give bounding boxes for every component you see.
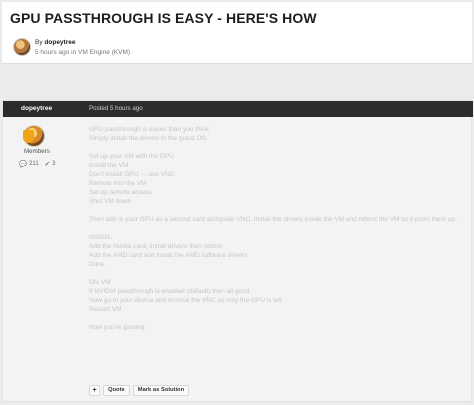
mark-solution-button[interactable]: Mark as Solution: [132, 385, 190, 396]
post-line: NVIDIA:: [89, 234, 113, 241]
post-line: Done: [89, 261, 105, 268]
by-label: By: [35, 39, 43, 46]
post-paragraph: Gfx VM If NVIDIA passthrough is enabled (…: [89, 278, 469, 314]
reputation-icon: ✔: [44, 161, 51, 168]
topic-title: GPU PASSTHROUGH IS EASY - HERE'S HOW: [10, 10, 317, 26]
post-line: If NVIDIA passthrough is enabled (defaul…: [89, 288, 250, 295]
post-line: Then add in your GPU as a second card al…: [89, 216, 457, 223]
post-count-value: 211: [29, 161, 39, 167]
author-link[interactable]: dopeytree: [44, 39, 75, 46]
post-header: dopeytree Posted 5 hours ago: [3, 101, 473, 117]
post-line: Now go to your device and remove the VNC…: [89, 297, 282, 304]
post-paragraph: Then add in your GPU as a second card al…: [89, 215, 469, 224]
rank-badge-icon: [23, 130, 34, 143]
multiquote-button[interactable]: +: [89, 385, 100, 396]
post-line: Set up your VM with the GPU: [89, 153, 174, 160]
topic-time: 5 hours ago: [35, 49, 70, 56]
post-line: Add the AMD card and install the AMD sof…: [89, 252, 248, 259]
topic-meta: 5 hours ago in VM Engine (KVM): [35, 48, 130, 58]
post-date: Posted 5 hours ago: [89, 105, 143, 112]
topic-byline: By dopeytree: [35, 38, 75, 48]
post-line: GPU passthrough is easier than you think: [89, 126, 209, 133]
in-label: in: [71, 49, 77, 56]
post-count: 💬 211: [19, 160, 39, 168]
post-line: Restart VM: [89, 306, 122, 313]
post-line: Install the VM: [89, 162, 129, 169]
post-line: Add the Nvidia card, install drivers the…: [89, 243, 222, 250]
quote-button[interactable]: Quote: [103, 385, 130, 396]
post-paragraph: Set up your VM with the GPU Install the V…: [89, 152, 469, 206]
post-line: Simply install the drivers to the guest …: [89, 135, 208, 142]
post-line: Gfx VM: [89, 279, 111, 286]
reputation: ✔ 3: [45, 160, 56, 168]
post-line: Set up remote access: [89, 189, 152, 196]
post-line: Don't install GPU — use VNC: [89, 171, 175, 178]
member-group: Members: [24, 148, 50, 155]
post-paragraph: Now you're gaming: [89, 323, 469, 332]
post-paragraph: GPU passthrough is easier than you think…: [89, 125, 469, 143]
post-actions: + Quote Mark as Solution: [89, 385, 190, 396]
forum-link[interactable]: VM Engine (KVM): [78, 49, 130, 56]
comment-icon: 💬: [19, 161, 28, 168]
post-line: Now you're gaming: [89, 324, 145, 331]
post-line: Shut VM down: [89, 198, 132, 205]
post: dopeytree Posted 5 hours ago Members 💬 2…: [2, 100, 473, 402]
member-stats: 💬 211 ✔ 3: [19, 160, 55, 168]
post-paragraph: NVIDIA: Add the Nvidia card, install driv…: [89, 233, 469, 269]
topic-header: GPU PASSTHROUGH IS EASY - HERE'S HOW By …: [2, 2, 472, 64]
post-author[interactable]: dopeytree: [21, 105, 52, 112]
author-avatar[interactable]: [13, 38, 31, 56]
post-line: Remote into the VM: [89, 180, 147, 187]
post-body: GPU passthrough is easier than you think…: [89, 125, 469, 341]
reputation-value: 3: [52, 161, 56, 167]
